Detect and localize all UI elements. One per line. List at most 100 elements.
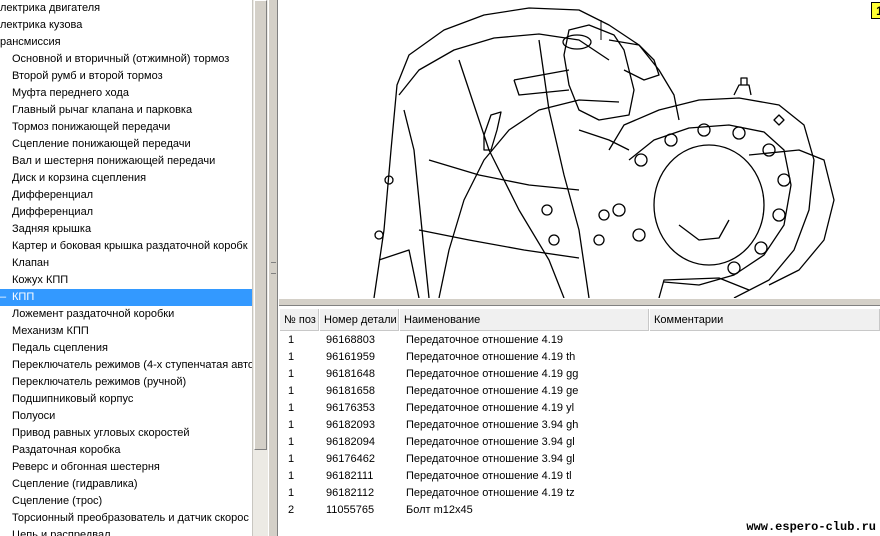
parts-tree[interactable]: лектрика двигателя лектрика кузова рансмис… — [0, 0, 252, 536]
tree-item-label: Дифференциал — [12, 206, 94, 218]
table-row[interactable]: 1 96168803 Передаточное отношение 4.19 — [279, 332, 880, 349]
tree-item[interactable]: Дифференциал — [0, 204, 252, 221]
cell-position: 1 — [288, 419, 295, 431]
table-row[interactable]: 1 96181648 Передаточное отношение 4.19 gg — [279, 366, 880, 383]
tree-item-label: Сцепление понижающей передачи — [12, 138, 191, 150]
site-watermark: www.espero-club.ru — [746, 520, 876, 534]
table-row[interactable]: 1 96161959 Передаточное отношение 4.19 th — [279, 349, 880, 366]
cell-name: Передаточное отношение 4.19 th — [406, 351, 576, 363]
tree-item[interactable]: лектрика кузова — [0, 17, 252, 34]
tree-item-label: Муфта переднего хода — [12, 87, 129, 99]
tree-item[interactable]: Сцепление (гидравлика) — [0, 476, 252, 493]
cell-position: 1 — [288, 385, 295, 397]
tree-item-label: Механизм КПП — [12, 325, 89, 337]
cell-name: Передаточное отношение 4.19 yl — [406, 402, 575, 414]
tree-item-label: лектрика двигателя — [0, 2, 101, 14]
tree-item-selected[interactable]: – КПП — [0, 289, 252, 306]
tree-item-label: Полуоси — [12, 410, 56, 422]
tree-item[interactable]: Муфта переднего хода — [0, 85, 252, 102]
tree-item-label: Ложемент раздаточной коробки — [12, 308, 175, 320]
column-header-name[interactable]: Наименование — [399, 309, 649, 331]
cell-part-number: 96161959 — [326, 351, 375, 363]
cell-name: Передаточное отношение 3.94 gl — [406, 453, 575, 465]
cell-position: 1 — [288, 487, 295, 499]
tree-scrollbar[interactable] — [252, 0, 268, 536]
table-row[interactable]: 1 96182111 Передаточное отношение 4.19 tl — [279, 468, 880, 485]
tree-item[interactable]: Вал и шестерня понижающей передачи — [0, 153, 252, 170]
cell-position: 1 — [288, 368, 295, 380]
tree-item-label: Переключатель режимов (4-х ступенчатая а… — [12, 359, 252, 371]
tree-item-label: Второй румб и второй тормоз — [12, 70, 163, 82]
tree-item[interactable]: Торсионный преобразователь и датчик скор… — [0, 510, 252, 527]
table-row[interactable]: 1 96181658 Передаточное отношение 4.19 ge — [279, 383, 880, 400]
cell-position: 1 — [288, 470, 295, 482]
parts-table: № поз Номер детали Наименование Коммента… — [279, 306, 880, 536]
table-row[interactable]: 1 96182112 Передаточное отношение 4.19 tz — [279, 485, 880, 502]
column-header-comments[interactable]: Комментарии — [649, 309, 880, 331]
callout-label: 1 — [871, 2, 880, 19]
splitter-grip[interactable] — [271, 262, 276, 274]
tree-item[interactable]: Картер и боковая крышка раздаточной коро… — [0, 238, 252, 255]
tree-item[interactable]: рансмиссия — [0, 34, 252, 51]
column-header-part-number[interactable]: Номер детали — [319, 309, 399, 331]
cell-part-number: 96168803 — [326, 334, 375, 346]
transmission-diagram — [373, 7, 835, 298]
cell-part-number: 11055765 — [326, 504, 375, 516]
tree-item-label: Главный рычаг клапана и парковка — [12, 104, 193, 116]
cell-position: 1 — [288, 436, 295, 448]
tree-item[interactable]: Задняя крышка — [0, 221, 252, 238]
tree-item[interactable]: Подшипниковый корпус — [0, 391, 252, 408]
tree-item-label: Тормоз понижающей передачи — [12, 121, 171, 133]
table-row[interactable]: 2 11055765 Болт m12x45 — [279, 502, 880, 519]
tree-item[interactable]: Дифференциал — [0, 187, 252, 204]
tree-item[interactable]: Ложемент раздаточной коробки — [0, 306, 252, 323]
cell-name: Болт m12x45 — [406, 504, 473, 516]
cell-name: Передаточное отношение 4.19 gg — [406, 368, 579, 380]
cell-position: 1 — [288, 351, 295, 363]
cell-part-number: 96181648 — [326, 368, 375, 380]
table-row[interactable]: 1 96182093 Передаточное отношение 3.94 gh — [279, 417, 880, 434]
cell-name: Передаточное отношение 4.19 ge — [406, 385, 579, 397]
column-header-position[interactable]: № поз — [279, 309, 319, 331]
tree-item[interactable]: Сцепление (трос) — [0, 493, 252, 510]
cell-name: Передаточное отношение 4.19 — [406, 334, 564, 346]
tree-item[interactable]: Диск и корзина сцепления — [0, 170, 252, 187]
cell-part-number: 96182094 — [326, 436, 375, 448]
tree-item-label: Подшипниковый корпус — [12, 393, 134, 405]
tree-item-label: Основной и вторичный (отжимной) тормоз — [12, 53, 230, 65]
cell-name: Передаточное отношение 3.94 gh — [406, 419, 579, 431]
tree-item[interactable]: Цепь и распредвал — [0, 527, 252, 536]
tree-item[interactable]: Раздаточная коробка — [0, 442, 252, 459]
tree-scrollbar-thumb[interactable] — [254, 0, 267, 450]
vertical-splitter[interactable] — [268, 0, 278, 536]
table-row[interactable]: 1 96182094 Передаточное отношение 3.94 gl — [279, 434, 880, 451]
tree-item[interactable]: Привод равных угловых скоростей — [0, 425, 252, 442]
tree-item[interactable]: Главный рычаг клапана и парковка — [0, 102, 252, 119]
horizontal-splitter[interactable] — [279, 298, 880, 306]
tree-item-label: Реверс и обгонная шестерня — [12, 461, 160, 473]
tree-item[interactable]: Переключатель режимов (ручной) — [0, 374, 252, 391]
tree-item[interactable]: Тормоз понижающей передачи — [0, 119, 252, 136]
tree-item[interactable]: Сцепление понижающей передачи — [0, 136, 252, 153]
table-row[interactable]: 1 96176353 Передаточное отношение 4.19 yl — [279, 400, 880, 417]
tree-item-label: Торсионный преобразователь и датчик скор… — [12, 512, 249, 524]
tree-item[interactable]: Полуоси — [0, 408, 252, 425]
tree-item[interactable]: Механизм КПП — [0, 323, 252, 340]
tree-item[interactable]: Кожух КПП — [0, 272, 252, 289]
tree-item[interactable]: Второй румб и второй тормоз — [0, 68, 252, 85]
tree-item[interactable]: Переключатель режимов (4-х ступенчатая а… — [0, 357, 252, 374]
tree-item-label: Сцепление (гидравлика) — [12, 478, 138, 490]
cell-position: 1 — [288, 453, 295, 465]
tree-item[interactable]: Реверс и обгонная шестерня — [0, 459, 252, 476]
table-row[interactable]: 1 96176462 Передаточное отношение 3.94 gl — [279, 451, 880, 468]
tree-item[interactable]: лектрика двигателя — [0, 0, 252, 17]
tree-item-label: Диск и корзина сцепления — [12, 172, 147, 184]
tree-item[interactable]: Педаль сцепления — [0, 340, 252, 357]
tree-connector: – — [0, 291, 7, 303]
cell-position: 1 — [288, 334, 295, 346]
tree-item[interactable]: Основной и вторичный (отжимной) тормоз — [0, 51, 252, 68]
tree-item[interactable]: Клапан — [0, 255, 252, 272]
table-header: № поз Номер детали Наименование Коммента… — [279, 309, 880, 331]
tree-item-label: Картер и боковая крышка раздаточной коро… — [12, 240, 248, 252]
tree-item-label: Цепь и распредвал — [12, 529, 111, 536]
